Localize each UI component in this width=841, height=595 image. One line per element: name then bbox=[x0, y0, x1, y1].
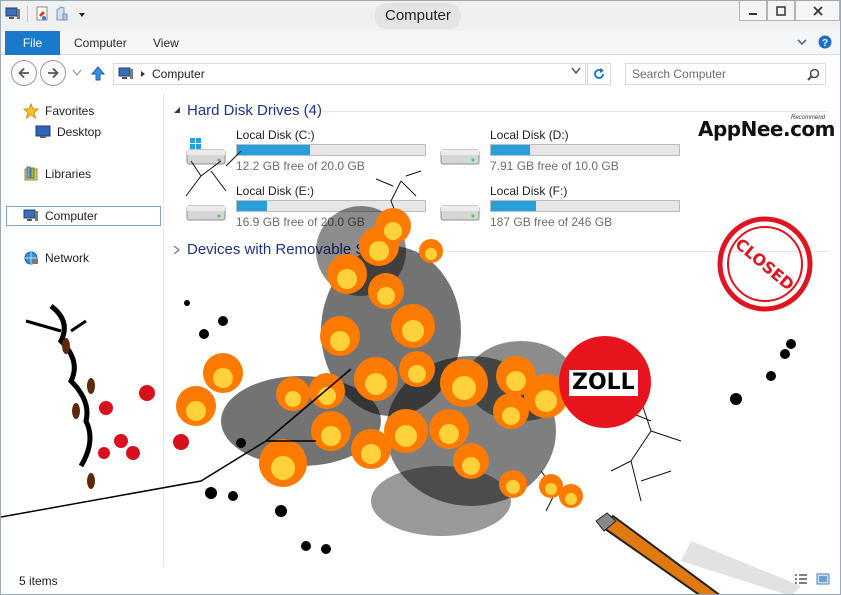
new-folder-icon[interactable] bbox=[54, 6, 70, 22]
closed-stamp: CLOSED bbox=[717, 216, 813, 312]
drive-item-f[interactable]: Local Disk (F:) 187 GB free of 246 GB bbox=[438, 184, 688, 230]
drive-name: Local Disk (F:) bbox=[490, 184, 568, 198]
drive-name: Local Disk (C:) bbox=[236, 128, 315, 142]
navigation-bar: Computer Search Computer bbox=[1, 55, 840, 91]
search-placeholder: Search Computer bbox=[632, 67, 727, 81]
zoll-sign-label: ZOLL bbox=[569, 370, 638, 396]
large-icons-view-icon[interactable] bbox=[816, 573, 830, 585]
sidebar-item-label: Libraries bbox=[45, 167, 92, 181]
group-title: Hard Disk Drives (4) bbox=[187, 102, 323, 119]
item-count: 5 items bbox=[19, 574, 58, 588]
drive-usage-bar bbox=[236, 144, 426, 156]
back-button[interactable] bbox=[11, 60, 37, 86]
toolbar-divider bbox=[27, 6, 28, 22]
libraries-icon bbox=[24, 166, 38, 181]
up-arrow-icon[interactable] bbox=[90, 65, 106, 81]
group-header-removable-devices[interactable]: Devices with Removable S bbox=[173, 241, 365, 258]
forward-arrow-icon bbox=[48, 67, 59, 79]
drive-free-space: 187 GB free of 246 GB bbox=[490, 215, 613, 229]
stamp-text: CLOSED bbox=[731, 234, 797, 294]
drive-usage-bar bbox=[236, 200, 426, 212]
group-header-hard-disk-drives[interactable]: Hard Disk Drives (4) bbox=[173, 102, 322, 119]
computer-icon bbox=[23, 209, 38, 221]
drive-usage-fill bbox=[491, 145, 531, 155]
bullet-holes bbox=[184, 300, 796, 554]
drive-item-d[interactable]: Local Disk (D:) 7.91 GB free of 10.0 GB bbox=[438, 128, 688, 174]
search-icon[interactable] bbox=[807, 67, 820, 87]
help-icon[interactable]: ? bbox=[818, 35, 832, 49]
hard-drive-icon bbox=[440, 149, 480, 165]
maximize-button[interactable] bbox=[767, 1, 795, 21]
title-bar: Computer bbox=[1, 1, 840, 31]
breadcrumb[interactable]: Computer bbox=[152, 67, 205, 81]
group-title: Devices with Removable S bbox=[187, 241, 366, 258]
sidebar-item-network[interactable]: Network bbox=[23, 248, 89, 268]
computer-icon bbox=[118, 67, 133, 79]
window-title: Computer bbox=[375, 3, 461, 29]
maximize-icon bbox=[776, 5, 786, 16]
refresh-icon bbox=[594, 68, 604, 79]
customize-toolbar-icon[interactable] bbox=[74, 6, 90, 22]
drive-name: Local Disk (E:) bbox=[236, 184, 315, 198]
address-dropdown-icon[interactable] bbox=[571, 67, 581, 78]
tab-computer[interactable]: Computer bbox=[60, 31, 141, 55]
tab-file[interactable]: File bbox=[5, 31, 60, 55]
expand-ribbon-icon[interactable] bbox=[796, 36, 808, 48]
back-arrow-icon bbox=[18, 67, 29, 79]
sidebar-item-desktop[interactable]: Desktop bbox=[35, 122, 101, 142]
sidebar-item-computer[interactable]: Computer bbox=[6, 206, 161, 226]
ribbon-controls: ? bbox=[796, 35, 832, 49]
hard-drive-icon bbox=[440, 205, 480, 221]
sidebar-item-label: Network bbox=[45, 251, 90, 265]
refresh-button[interactable] bbox=[587, 63, 611, 85]
windows-drive-icon bbox=[186, 138, 226, 165]
drive-usage-fill bbox=[237, 145, 311, 155]
drive-usage-bar bbox=[490, 200, 680, 212]
sidebar-item-label: Computer bbox=[45, 209, 98, 223]
sidebar-item-label: Favorites bbox=[45, 104, 95, 118]
group-divider bbox=[361, 251, 828, 252]
watermark-tag: Recommend bbox=[791, 115, 826, 121]
hard-drive-icon bbox=[186, 205, 226, 221]
sidebar-item-libraries[interactable]: Libraries bbox=[23, 164, 91, 184]
group-divider bbox=[323, 111, 828, 112]
drive-usage-fill bbox=[237, 201, 268, 211]
expand-chevron-icon bbox=[173, 245, 180, 254]
minimize-icon bbox=[749, 12, 757, 15]
tab-view[interactable]: View bbox=[139, 31, 193, 55]
sidebar-item-favorites[interactable]: Favorites bbox=[23, 101, 94, 121]
network-icon bbox=[24, 251, 38, 265]
close-button[interactable] bbox=[795, 1, 840, 21]
close-icon bbox=[812, 5, 823, 16]
computer-icon[interactable] bbox=[5, 6, 21, 22]
quick-access-toolbar bbox=[5, 6, 90, 22]
recent-locations-icon[interactable] bbox=[72, 69, 82, 77]
properties-icon[interactable] bbox=[34, 6, 50, 22]
forward-button[interactable] bbox=[40, 60, 66, 86]
desktop-icon bbox=[35, 125, 51, 138]
drive-item-c[interactable]: Local Disk (C:) 12.2 GB free of 20.0 GB bbox=[184, 128, 434, 174]
view-toggles bbox=[794, 573, 830, 585]
minimize-button[interactable] bbox=[739, 1, 767, 21]
svg-text:?: ? bbox=[822, 38, 828, 49]
navigation-pane: Favorites Desktop Libraries Computer Net… bbox=[1, 93, 164, 567]
breadcrumb-chevron-icon[interactable] bbox=[140, 70, 146, 78]
drive-free-space: 7.91 GB free of 10.0 GB bbox=[490, 159, 619, 173]
drive-free-space: 16.9 GB free of 20.0 GB bbox=[236, 215, 365, 229]
collapse-chevron-icon bbox=[174, 106, 180, 113]
drive-usage-fill bbox=[491, 201, 537, 211]
explorer-window: Computer File Computer View ? Computer S… bbox=[0, 0, 841, 595]
sidebar-item-label: Desktop bbox=[57, 125, 102, 139]
drive-free-space: 12.2 GB free of 20.0 GB bbox=[236, 159, 365, 173]
address-bar[interactable]: Computer bbox=[113, 63, 586, 85]
drive-item-e[interactable]: Local Disk (E:) 16.9 GB free of 20.0 GB bbox=[184, 184, 434, 230]
drive-usage-bar bbox=[490, 144, 680, 156]
search-input[interactable]: Search Computer bbox=[625, 63, 826, 85]
details-view-icon[interactable] bbox=[794, 573, 808, 585]
ribbon-tabs: File Computer View ? bbox=[1, 31, 840, 55]
status-bar: 5 items bbox=[1, 569, 840, 594]
star-icon bbox=[23, 103, 39, 119]
drive-name: Local Disk (D:) bbox=[490, 128, 569, 142]
